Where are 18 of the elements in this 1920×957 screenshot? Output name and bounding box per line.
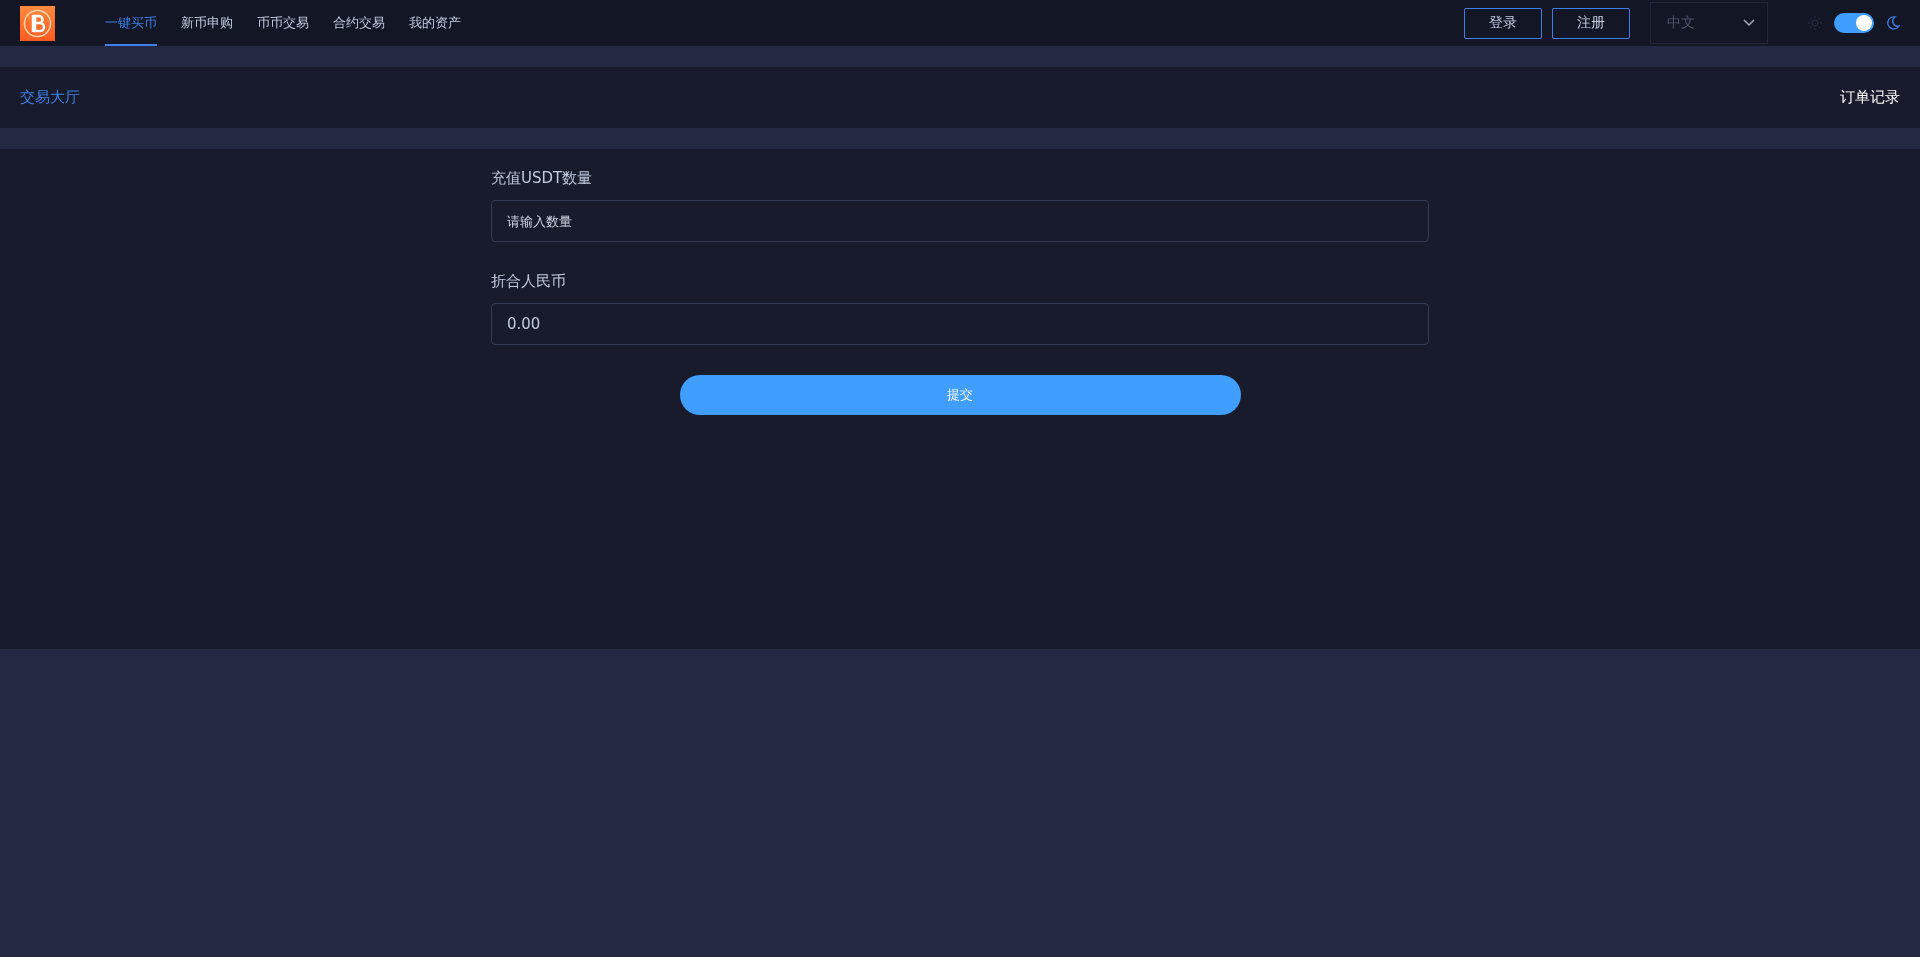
field-label: 折合人民币 [491,272,567,291]
input-field[interactable]: 0.00 [491,303,1429,345]
moon-icon [1886,16,1900,30]
nav-tab[interactable]: 合约交易 [333,0,385,46]
nav-tab[interactable]: 新币申购 [181,0,233,46]
nav-tab[interactable]: 我的资产 [409,0,461,46]
chevron-down-icon [1743,19,1755,27]
order-history-link[interactable]: 订单记录 [1840,88,1900,107]
sun-icon [1808,16,1822,30]
login-button[interactable]: 登录 [1464,7,1542,39]
page-title: 交易大厅 [20,88,80,107]
nav-tab[interactable]: 一键买币 [105,0,157,46]
input-field[interactable]: 请输入数量 [491,200,1429,242]
field-label: 充值USDT数量 [491,169,594,188]
theme-toggle[interactable] [1834,13,1874,33]
bitcoin-logo [20,5,55,41]
register-button[interactable]: 注册 [1552,7,1630,39]
nav-tab[interactable]: 币币交易 [257,0,309,46]
